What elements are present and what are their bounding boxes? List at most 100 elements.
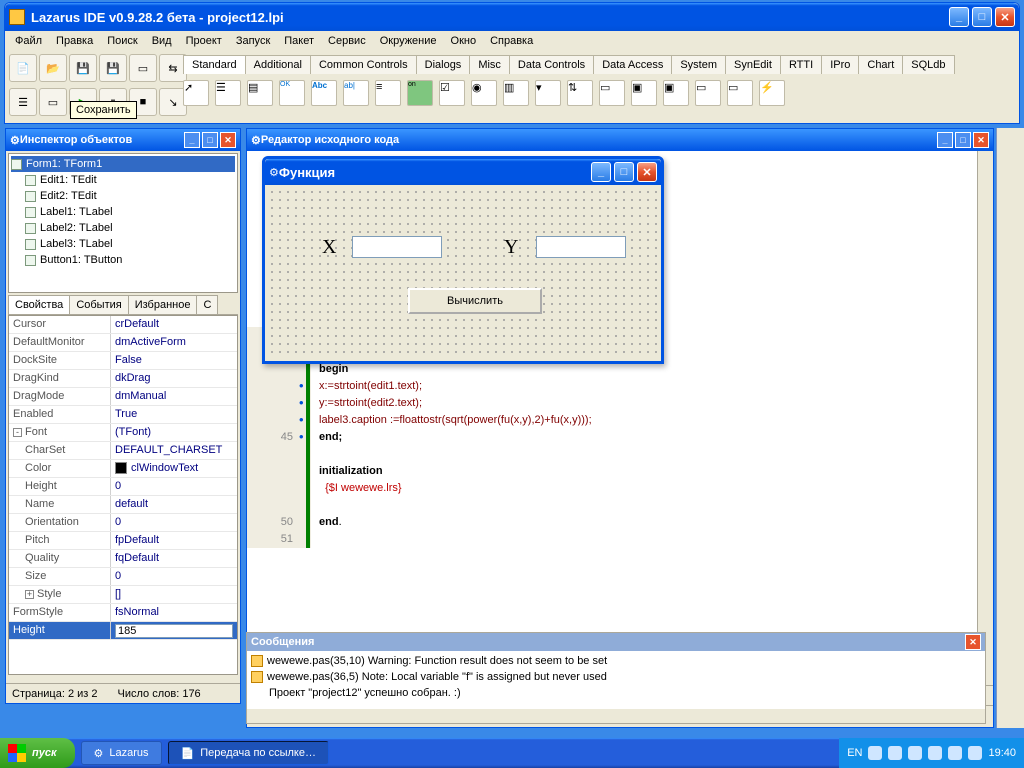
new-unit-button[interactable]: 📄: [9, 54, 37, 82]
tab-properties[interactable]: Свойства: [8, 295, 70, 314]
tray-icon[interactable]: [948, 746, 962, 760]
tab-data-access[interactable]: Data Access: [593, 55, 672, 74]
property-row[interactable]: DockSiteFalse: [9, 352, 237, 370]
tree-item-label2[interactable]: Label2: TLabel: [11, 220, 235, 236]
property-row[interactable]: CursorcrDefault: [9, 316, 237, 334]
forms-button[interactable]: ▭: [39, 88, 67, 116]
tab-chart[interactable]: Chart: [858, 55, 903, 74]
tab-standard[interactable]: Standard: [183, 55, 246, 74]
property-row[interactable]: FormStylefsNormal: [9, 604, 237, 622]
palette-popupmenu[interactable]: ▤: [247, 80, 273, 106]
message-line[interactable]: Проект "project12" успешно собран. :): [251, 685, 981, 701]
oi-maximize-button[interactable]: □: [202, 132, 218, 148]
palette-frame[interactable]: ▭: [727, 80, 753, 106]
palette-actionlist[interactable]: ⚡: [759, 80, 785, 106]
oi-close-button[interactable]: ✕: [220, 132, 236, 148]
tab-dialogs[interactable]: Dialogs: [416, 55, 471, 74]
palette-label[interactable]: Abc: [311, 80, 337, 106]
tree-item-label3[interactable]: Label3: TLabel: [11, 236, 235, 252]
menu-search[interactable]: Поиск: [101, 33, 143, 49]
property-row[interactable]: Height0: [9, 478, 237, 496]
edit-y[interactable]: [536, 236, 626, 258]
message-line[interactable]: wewewe.pas(35,10) Warning: Function resu…: [251, 653, 981, 669]
menu-tools[interactable]: Сервис: [322, 33, 372, 49]
property-value-input[interactable]: [115, 624, 233, 638]
palette-edit[interactable]: ab|: [343, 80, 369, 106]
property-row[interactable]: DefaultMonitordmActiveForm: [9, 334, 237, 352]
units-button[interactable]: ☰: [9, 88, 37, 116]
menu-window[interactable]: Окно: [445, 33, 483, 49]
tray-icon[interactable]: [928, 746, 942, 760]
maximize-button[interactable]: □: [972, 7, 992, 27]
property-row[interactable]: QualityfqDefault: [9, 550, 237, 568]
tab-synedit[interactable]: SynEdit: [725, 55, 781, 74]
property-row[interactable]: Size0: [9, 568, 237, 586]
tab-system[interactable]: System: [671, 55, 726, 74]
form-designer-window[interactable]: ⚙ Функция _ □ ✕ X Y Вычислить: [262, 156, 664, 364]
se-maximize-button[interactable]: □: [955, 132, 971, 148]
palette-combobox[interactable]: ▾: [535, 80, 561, 106]
menu-view[interactable]: Вид: [146, 33, 178, 49]
tree-item-form1[interactable]: Form1: TForm1: [11, 156, 235, 172]
messages-list[interactable]: wewewe.pas(35,10) Warning: Function resu…: [247, 651, 985, 709]
menu-help[interactable]: Справка: [484, 33, 539, 49]
property-grid[interactable]: CursorcrDefaultDefaultMonitordmActiveFor…: [8, 315, 238, 675]
palette-listbox[interactable]: ▥: [503, 80, 529, 106]
palette-memo[interactable]: ≡: [375, 80, 401, 106]
oi-minimize-button[interactable]: _: [184, 132, 200, 148]
tab-common-controls[interactable]: Common Controls: [310, 55, 417, 74]
property-row[interactable]: EnabledTrue: [9, 406, 237, 424]
tray-icon[interactable]: [968, 746, 982, 760]
tab-additional[interactable]: Additional: [245, 55, 311, 74]
calculate-button[interactable]: Вычислить: [408, 288, 542, 314]
close-button[interactable]: ✕: [995, 7, 1015, 27]
property-row[interactable]: Height: [9, 622, 237, 640]
tree-item-edit2[interactable]: Edit2: TEdit: [11, 188, 235, 204]
palette-radiogroup[interactable]: ▣: [631, 80, 657, 106]
label-x[interactable]: X: [322, 236, 336, 259]
form-title-bar[interactable]: ⚙ Функция _ □ ✕: [265, 159, 661, 185]
ide-title-bar[interactable]: Lazarus IDE v0.9.28.2 бета - project12.l…: [5, 3, 1019, 31]
property-row[interactable]: -Font(TFont): [9, 424, 237, 442]
tab-sqldb[interactable]: SQLdb: [902, 55, 954, 74]
menu-edit[interactable]: Правка: [50, 33, 99, 49]
palette-button[interactable]: OK: [279, 80, 305, 106]
palette-mainmenu[interactable]: ☰: [215, 80, 241, 106]
messages-title-bar[interactable]: Сообщения ✕: [247, 633, 985, 651]
label-y[interactable]: Y: [504, 236, 518, 259]
form-designer-surface[interactable]: X Y Вычислить: [268, 188, 658, 358]
palette-cursor[interactable]: ➚: [183, 80, 209, 106]
save-all-button[interactable]: 💾: [99, 54, 127, 82]
menu-package[interactable]: Пакет: [278, 33, 320, 49]
palette-radiobutton[interactable]: ◉: [471, 80, 497, 106]
property-row[interactable]: DragModedmManual: [9, 388, 237, 406]
se-minimize-button[interactable]: _: [937, 132, 953, 148]
open-button[interactable]: 📂: [39, 54, 67, 82]
message-line[interactable]: wewewe.pas(36,5) Note: Local variable "f…: [251, 669, 981, 685]
property-row[interactable]: +Style[]: [9, 586, 237, 604]
component-tree[interactable]: Form1: TForm1 Edit1: TEdit Edit2: TEdit …: [8, 153, 238, 293]
palette-checkgroup[interactable]: ▣: [663, 80, 689, 106]
property-row[interactable]: DragKinddkDrag: [9, 370, 237, 388]
tab-data-controls[interactable]: Data Controls: [509, 55, 594, 74]
tray-icon[interactable]: [908, 746, 922, 760]
tree-item-label1[interactable]: Label1: TLabel: [11, 204, 235, 220]
menu-file[interactable]: Файл: [9, 33, 48, 49]
palette-panel[interactable]: ▭: [695, 80, 721, 106]
start-button[interactable]: пуск: [0, 738, 75, 768]
property-row[interactable]: PitchfpDefault: [9, 532, 237, 550]
tray-icon[interactable]: [888, 746, 902, 760]
property-row[interactable]: CharSetDEFAULT_CHARSET: [9, 442, 237, 460]
form-maximize-button[interactable]: □: [614, 162, 634, 182]
menu-environment[interactable]: Окружение: [374, 33, 443, 49]
property-row[interactable]: Orientation0: [9, 514, 237, 532]
vertical-scrollbar[interactable]: [977, 151, 993, 685]
tree-item-edit1[interactable]: Edit1: TEdit: [11, 172, 235, 188]
edit-x[interactable]: [352, 236, 442, 258]
save-button[interactable]: 💾: [69, 54, 97, 82]
tab-restricted[interactable]: С: [196, 295, 218, 314]
tree-item-button1[interactable]: Button1: TButton: [11, 252, 235, 268]
palette-togglebox[interactable]: on: [407, 80, 433, 106]
taskbar-button-lazarus[interactable]: ⚙Lazarus: [81, 741, 162, 765]
palette-checkbox[interactable]: ☑: [439, 80, 465, 106]
